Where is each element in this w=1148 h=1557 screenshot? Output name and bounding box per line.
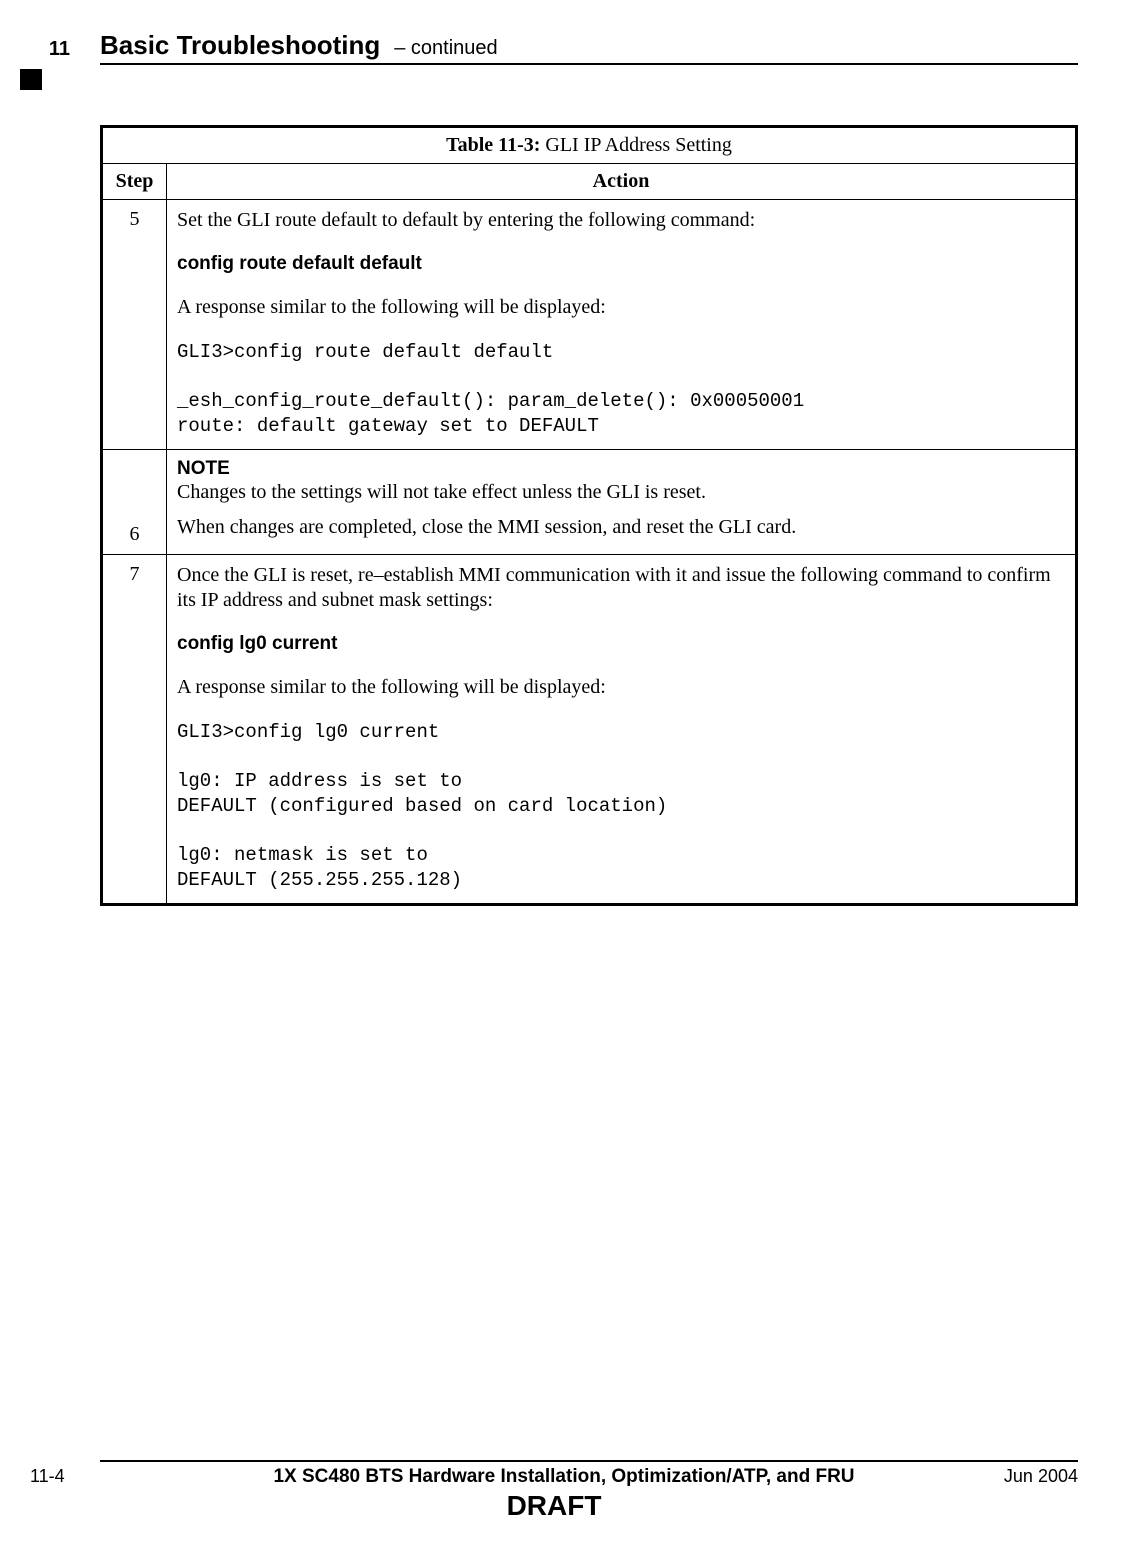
- note-heading: NOTE: [177, 458, 1065, 480]
- draft-label: DRAFT: [30, 1490, 1078, 1522]
- side-tab-icon: [20, 60, 42, 90]
- table-caption-prefix: Table 11-3:: [446, 134, 540, 156]
- col-header-action: Action: [167, 164, 1077, 200]
- step5-intro: Set the GLI route default to default by …: [177, 208, 1065, 233]
- page-number: 11-4: [30, 1466, 180, 1487]
- step5-command: config route default default: [177, 253, 1065, 275]
- step-number: 5: [102, 200, 167, 450]
- footer-rule: [100, 1460, 1078, 1462]
- col-header-step: Step: [102, 164, 167, 200]
- step5-output: GLI3>config route default default _esh_c…: [177, 340, 1065, 439]
- table-header-row: Step Action: [102, 164, 1077, 200]
- content-area: Table 11-3: GLI IP Address Setting Step …: [100, 125, 1078, 906]
- step-number: 6: [102, 449, 167, 554]
- table-caption-text: GLI IP Address Setting: [540, 134, 731, 156]
- header-bar: 11 Basic Troubleshooting – continued: [30, 30, 1078, 61]
- step7-command: config lg0 current: [177, 633, 1065, 655]
- table-row: 6 NOTE Changes to the settings will not …: [102, 449, 1077, 554]
- step7-intro: Once the GLI is reset, re–establish MMI …: [177, 563, 1065, 613]
- step-number: 7: [102, 554, 167, 904]
- footer-date: Jun 2004: [948, 1466, 1078, 1487]
- procedure-table: Table 11-3: GLI IP Address Setting Step …: [100, 125, 1078, 906]
- step5-response-intro: A response similar to the following will…: [177, 295, 1065, 320]
- page: 11 Basic Troubleshooting – continued Tab…: [0, 0, 1148, 1557]
- title-wrap: Basic Troubleshooting – continued: [70, 30, 1078, 61]
- page-footer: 11-4 1X SC480 BTS Hardware Installation,…: [30, 1460, 1078, 1522]
- action-cell: NOTE Changes to the settings will not ta…: [167, 449, 1077, 554]
- step7-output: GLI3>config lg0 current lg0: IP address …: [177, 720, 1065, 893]
- table-caption-row: Table 11-3: GLI IP Address Setting: [102, 127, 1077, 164]
- table-row: 5 Set the GLI route default to default b…: [102, 200, 1077, 450]
- page-title: Basic Troubleshooting: [100, 30, 380, 60]
- footer-row: 11-4 1X SC480 BTS Hardware Installation,…: [30, 1466, 1078, 1488]
- action-cell: Once the GLI is reset, re–establish MMI …: [167, 554, 1077, 904]
- continued-label: – continued: [394, 37, 497, 59]
- note-body: Changes to the settings will not take ef…: [177, 480, 1065, 505]
- step7-response-intro: A response similar to the following will…: [177, 675, 1065, 700]
- chapter-number: 11: [30, 38, 70, 61]
- table-row: 7 Once the GLI is reset, re–establish MM…: [102, 554, 1077, 904]
- action-cell: Set the GLI route default to default by …: [167, 200, 1077, 450]
- step6-action: When changes are completed, close the MM…: [177, 515, 1065, 540]
- title-rule: [100, 63, 1078, 65]
- footer-doc-title: 1X SC480 BTS Hardware Installation, Opti…: [180, 1466, 948, 1488]
